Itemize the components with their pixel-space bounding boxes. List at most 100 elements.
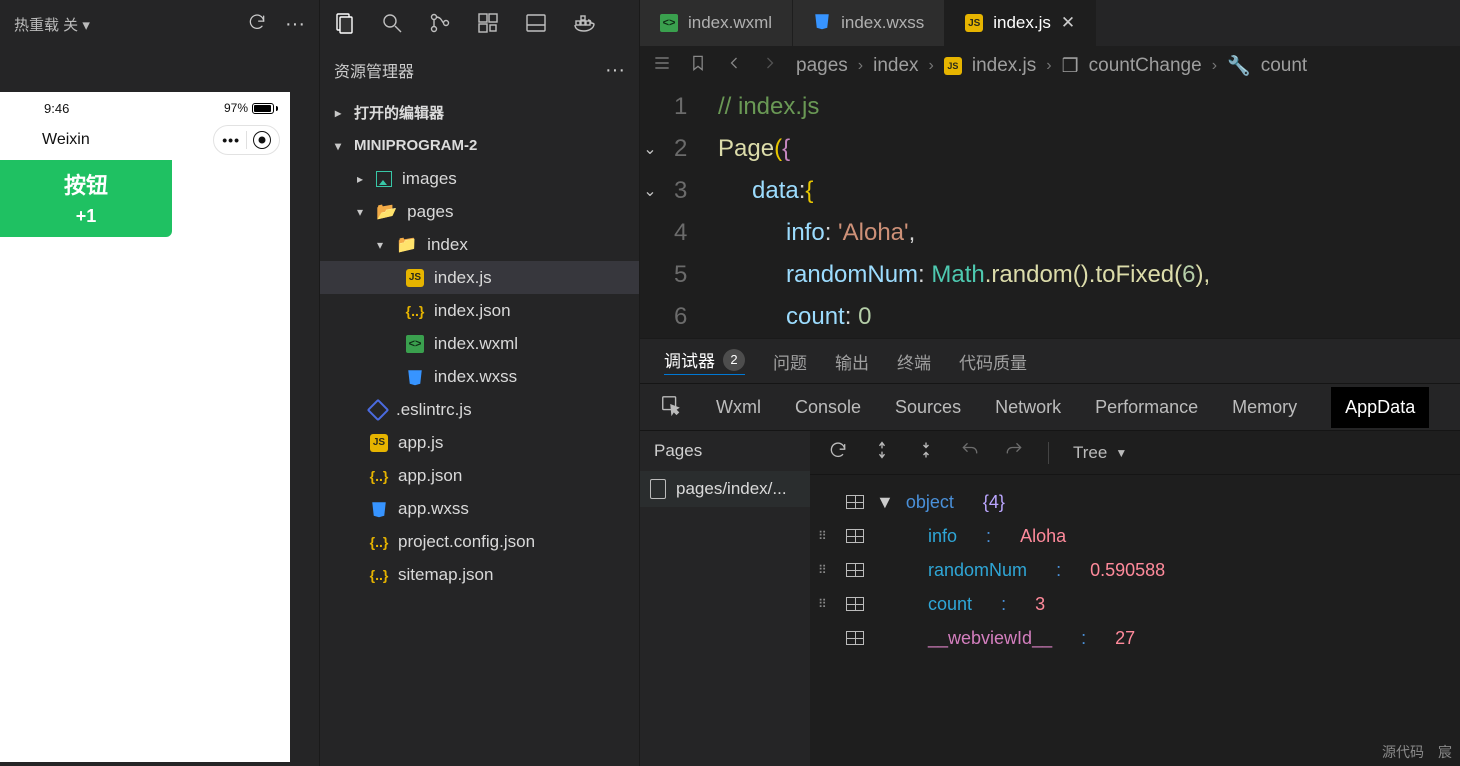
crumb-fn[interactable]: countChange [1089, 55, 1202, 77]
json-file-icon: {..} [370, 467, 388, 485]
tree-row-count[interactable]: ⠿ count : 3 [810, 587, 1460, 621]
file-sitemap-json[interactable]: {..}sitemap.json [320, 558, 639, 591]
capsule-close-icon[interactable] [253, 131, 271, 149]
folder-index[interactable]: ▾📁index [320, 228, 639, 261]
tree-row-info[interactable]: ⠿ info : Aloha [810, 519, 1460, 553]
image-folder-icon [376, 171, 392, 187]
js-file-icon: JS [406, 269, 424, 287]
simulator-toolbar: 热重载 关 ▾ ··· [0, 0, 319, 48]
tree-row-randomnum[interactable]: ⠿ randomNum : 0.590588 [810, 553, 1460, 587]
panel-tab-codequality[interactable]: 代码质量 [959, 349, 1027, 374]
file-app-js[interactable]: JSapp.js [320, 426, 639, 459]
more-icon[interactable]: ··· [285, 13, 305, 36]
panel-tab-output[interactable]: 输出 [835, 349, 869, 374]
explorer-icon[interactable] [332, 11, 356, 38]
crumb-file[interactable]: index.js [972, 55, 1036, 77]
file-app-wxss[interactable]: app.wxss [320, 492, 639, 525]
debugger-badge: 2 [723, 349, 745, 371]
footer-author: 宸 [1438, 742, 1452, 762]
simulator-device: 9:46 97% Weixin ••• 按钮 +1 [0, 92, 290, 762]
collapse-vert-icon[interactable] [916, 440, 936, 465]
devtab-appdata[interactable]: AppData [1331, 387, 1429, 428]
file-index-wxml[interactable]: <>index.wxml [320, 327, 639, 360]
explorer-more-icon[interactable]: ··· [605, 65, 625, 75]
editor-breadcrumb: pages› index› JS index.js› ❒ countChange… [640, 46, 1460, 86]
eslint-icon [367, 398, 390, 421]
back-icon[interactable] [724, 53, 744, 79]
table-icon [846, 495, 864, 509]
forward-icon[interactable] [760, 53, 780, 79]
panel-tab-debugger[interactable]: 调试器 2 [664, 347, 745, 375]
cube-icon: ❒ [1062, 55, 1079, 78]
table-icon [846, 529, 864, 543]
js-file-icon: JS [944, 57, 962, 75]
code-editor[interactable]: ⌄ ⌄ 123456 // index.js Page({ data: { in… [640, 86, 1460, 338]
folder-open-icon: 📂 [376, 202, 397, 222]
panel-tab-problems[interactable]: 问题 [773, 349, 807, 374]
open-editors-header[interactable]: ▸打开的编辑器 [320, 96, 639, 129]
file-app-json[interactable]: {..}app.json [320, 459, 639, 492]
json-file-icon: {..} [406, 302, 424, 320]
capsule-buttons[interactable]: ••• [213, 125, 280, 155]
folder-images[interactable]: ▸images [320, 162, 639, 195]
docker-icon[interactable] [572, 11, 596, 38]
source-control-icon[interactable] [428, 11, 452, 38]
undo-icon[interactable] [960, 440, 980, 465]
list-icon[interactable] [652, 53, 672, 79]
file-index-json[interactable]: {..}index.json [320, 294, 639, 327]
demo-plus-one: +1 [76, 206, 97, 227]
main-column: <> index.wxml index.wxss JS index.js ✕ p… [640, 0, 1460, 766]
inspect-icon[interactable] [660, 394, 682, 421]
refresh-icon[interactable] [828, 440, 848, 465]
appdata-pages-pane: Pages pages/index/... [640, 431, 810, 766]
table-icon [846, 597, 864, 611]
tree-root[interactable]: ▼ object {4} [810, 485, 1460, 519]
tab-index-wxml[interactable]: <> index.wxml [640, 0, 793, 46]
device-status-bar: 9:46 97% [0, 92, 290, 120]
hot-reload-toggle[interactable]: 热重载 关 ▾ [14, 14, 90, 35]
crumb-pages[interactable]: pages [796, 55, 848, 77]
code-line: // index.js [718, 93, 819, 121]
folder-pages[interactable]: ▾📂pages [320, 195, 639, 228]
bottom-panel: 调试器 2 问题 输出 终端 代码质量 Wxml Console Sources… [640, 338, 1460, 766]
file-project-config[interactable]: {..}project.config.json [320, 525, 639, 558]
file-eslintrc[interactable]: .eslintrc.js [320, 393, 639, 426]
devtab-memory[interactable]: Memory [1232, 397, 1297, 418]
view-mode-select[interactable]: Tree ▼ [1073, 443, 1127, 463]
editor-tabs: <> index.wxml index.wxss JS index.js ✕ [640, 0, 1460, 46]
devtab-network[interactable]: Network [995, 397, 1061, 418]
wxml-file-icon: <> [660, 14, 678, 32]
expand-vert-icon[interactable] [872, 440, 892, 465]
devtab-performance[interactable]: Performance [1095, 397, 1198, 418]
crumb-var[interactable]: count [1261, 55, 1307, 77]
demo-button-block[interactable]: 按钮 +1 [0, 160, 172, 237]
js-file-icon: JS [370, 434, 388, 452]
appdata-tree: ▼ object {4} ⠿ info : Aloha ⠿ ran [810, 475, 1460, 655]
appdata-data-pane: Tree ▼ ▼ object {4} ⠿ info : Aloha [810, 431, 1460, 766]
search-icon[interactable] [380, 11, 404, 38]
capsule-more-icon[interactable]: ••• [222, 132, 240, 148]
devtab-sources[interactable]: Sources [895, 397, 961, 418]
crumb-index[interactable]: index [873, 55, 918, 77]
panel-tab-terminal[interactable]: 终端 [897, 349, 931, 374]
tree-row-webviewid[interactable]: __webviewId__ : 27 [810, 621, 1460, 655]
devtab-wxml[interactable]: Wxml [716, 397, 761, 418]
tab-index-wxss[interactable]: index.wxss [793, 0, 945, 46]
devtab-console[interactable]: Console [795, 397, 861, 418]
panel-icon[interactable] [524, 11, 548, 38]
file-index-wxss[interactable]: index.wxss [320, 360, 639, 393]
tab-index-js[interactable]: JS index.js ✕ [945, 0, 1096, 46]
project-header[interactable]: ▾MINIPROGRAM-2 [320, 129, 639, 162]
device-nav-bar: Weixin ••• [0, 120, 290, 160]
refresh-icon[interactable] [247, 12, 267, 36]
js-file-icon: JS [965, 14, 983, 32]
close-icon[interactable]: ✕ [1061, 13, 1075, 33]
bookmark-icon[interactable] [688, 53, 708, 79]
table-icon [846, 563, 864, 577]
wxss-file-icon [370, 500, 388, 518]
redo-icon[interactable] [1004, 440, 1024, 465]
pages-item[interactable]: pages/index/... [640, 471, 810, 507]
footer-source[interactable]: 源代码 [1382, 742, 1424, 762]
file-index-js[interactable]: JSindex.js [320, 261, 639, 294]
extensions-icon[interactable] [476, 11, 500, 38]
